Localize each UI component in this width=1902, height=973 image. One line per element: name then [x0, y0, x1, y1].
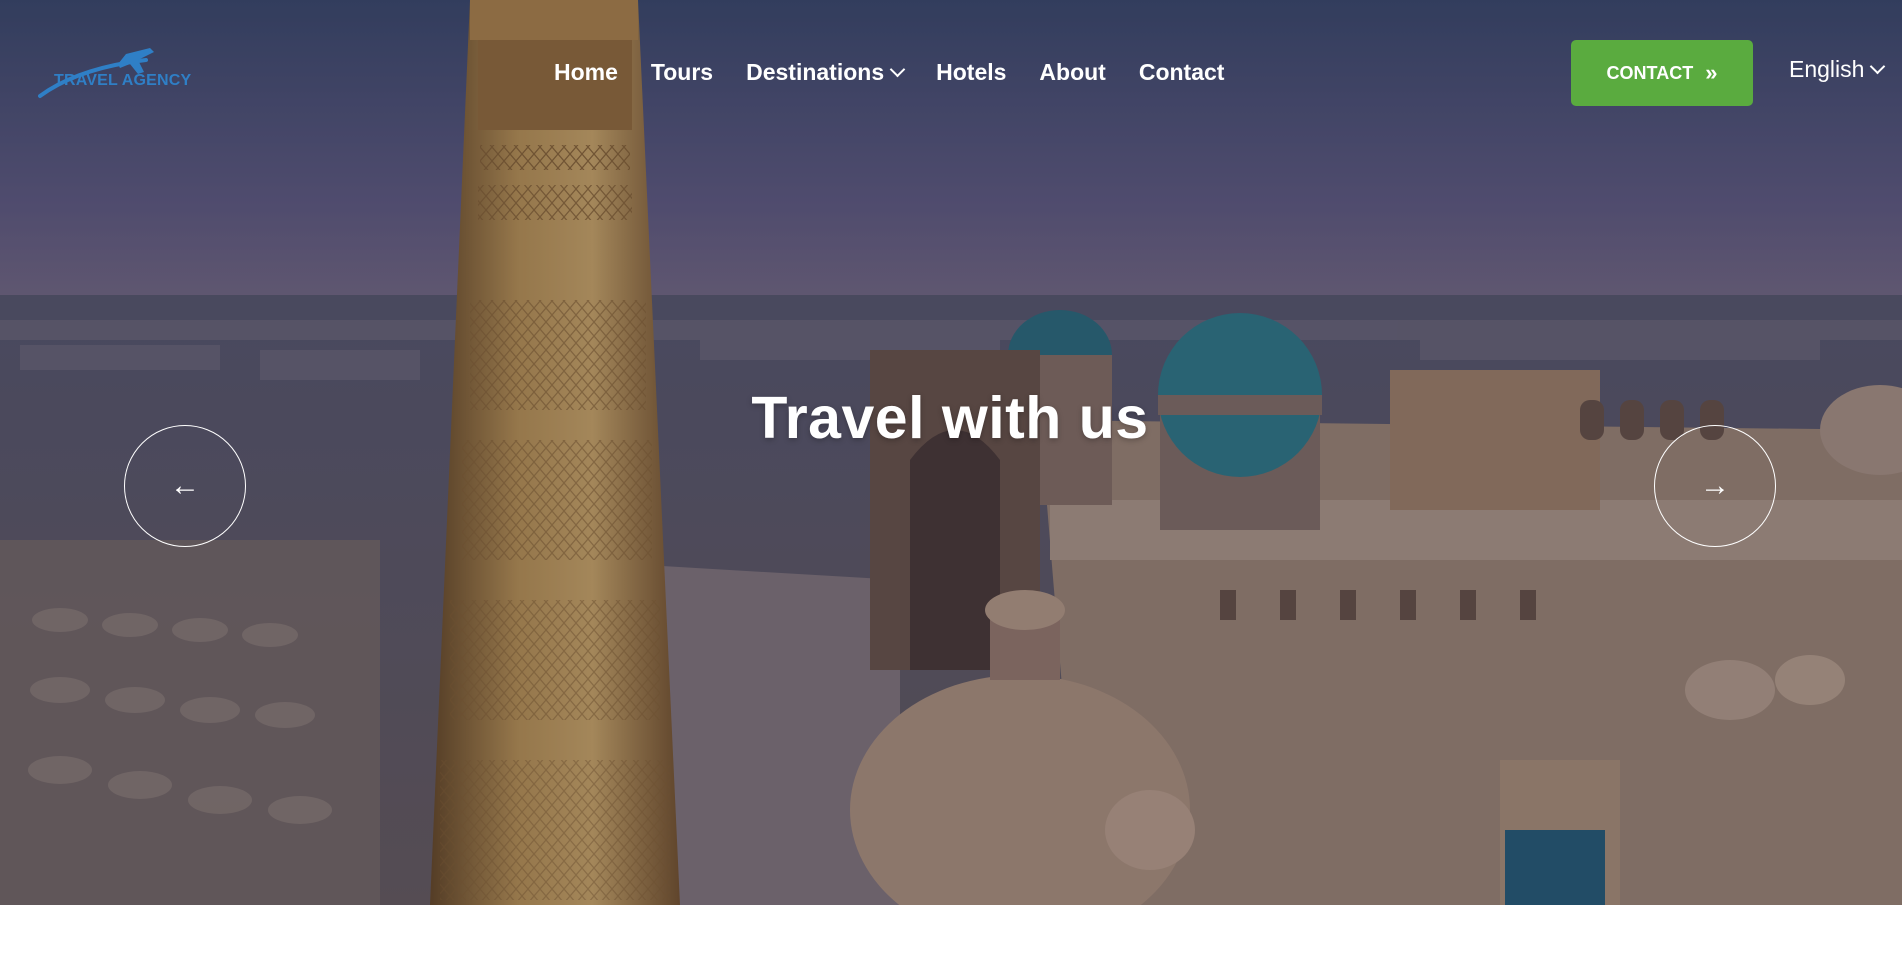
language-selector[interactable]: English [1789, 56, 1886, 83]
nav-item-home[interactable]: Home [554, 59, 618, 86]
chevron-down-icon [889, 61, 906, 77]
nav-item-label: Contact [1138, 58, 1225, 85]
chevron-down-icon [1870, 58, 1886, 75]
contact-button[interactable]: CONTACT » [1571, 40, 1753, 106]
arrow-right-icon: → [1700, 469, 1730, 502]
logo[interactable]: TRAVEL AGENCY [38, 46, 192, 102]
hero-overlay [0, 0, 1902, 905]
logo-text: TRAVEL AGENCY [54, 72, 192, 89]
nav-item-label: About [1039, 58, 1106, 85]
contact-button-label: CONTACT [1606, 62, 1694, 83]
main-nav: Home Tours Destinations Hotels About Con… [554, 54, 1257, 90]
slider-prev-button[interactable]: ← [124, 425, 246, 547]
slider-next-button[interactable]: → [1654, 425, 1776, 547]
double-chevron-right-icon: » [1705, 60, 1718, 85]
nav-item-label: Destinations [746, 58, 885, 85]
nav-item-contact[interactable]: Contact [1139, 59, 1225, 86]
nav-item-about[interactable]: About [1039, 59, 1105, 86]
nav-item-label: Tours [650, 58, 714, 85]
hero-title: Travel with us [751, 385, 1149, 451]
nav-item-destinations[interactable]: Destinations [746, 58, 906, 86]
nav-item-hotels[interactable]: Hotels [936, 59, 1006, 86]
nav-item-label: Hotels [936, 58, 1007, 85]
nav-item-label: Home [554, 58, 618, 85]
arrow-left-icon: ← [170, 469, 200, 502]
hero-slider: Travel with us ← → [0, 0, 1902, 905]
nav-item-tours[interactable]: Tours [651, 59, 713, 86]
language-label: English [1789, 56, 1865, 82]
